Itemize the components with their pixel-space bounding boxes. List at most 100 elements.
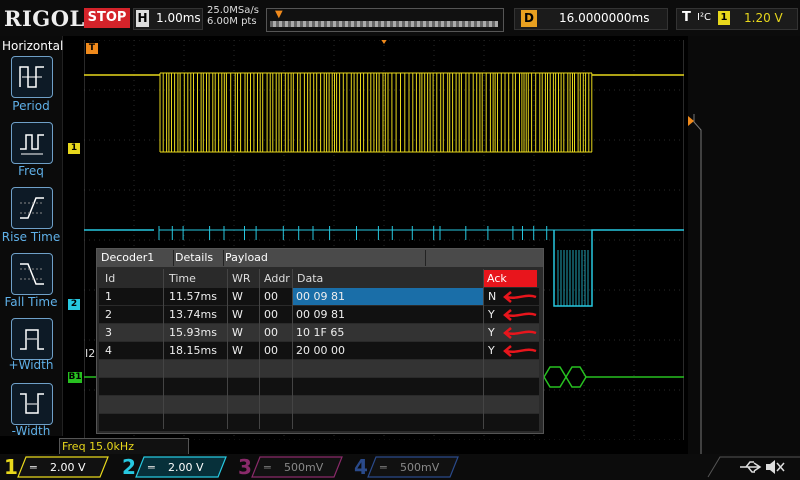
col-time: Time	[169, 272, 196, 285]
channel-1-number: 1	[4, 455, 18, 479]
channel-2-number: 2	[122, 455, 136, 479]
plus-width-icon	[20, 329, 44, 350]
freq-measurement[interactable]: Freq 15.0kHz	[59, 438, 189, 455]
cell-data: 00 09 81	[296, 290, 345, 303]
trigger-source: 1	[718, 11, 730, 25]
col-ack: Ack	[484, 270, 537, 287]
fall-time-button[interactable]	[11, 253, 53, 295]
cell-time: 11.57ms	[169, 290, 217, 303]
period-button[interactable]	[11, 56, 53, 98]
trigger-level-guide	[688, 114, 702, 454]
empty-row	[99, 414, 539, 431]
delay-key: D	[521, 10, 537, 27]
channel-4-box[interactable]: 4 ═ 500mV	[350, 455, 460, 479]
channel-4-scale: 500mV	[400, 461, 440, 474]
period-icon	[19, 66, 44, 88]
memory-overview-strip: ▼	[266, 8, 504, 32]
channel-3-box[interactable]: 3 ═ 500mV	[234, 455, 344, 479]
plus-width-button[interactable]	[11, 318, 53, 360]
cell-addr: 00	[264, 308, 278, 321]
dc-coupling-icon: ═	[380, 461, 387, 474]
freq-icon	[20, 134, 44, 155]
empty-row	[99, 378, 539, 395]
col-addr: Addr	[264, 272, 290, 285]
i2c-label: I2	[85, 347, 96, 360]
sample-info: 25.0MSa/s 6.00M pts	[207, 5, 259, 27]
cell-data: 10 1F 65	[296, 326, 345, 339]
freq-measurement-value: 15.0kHz	[89, 440, 134, 453]
cell-time: 18.15ms	[169, 344, 217, 357]
cell-wr: W	[232, 308, 243, 321]
fall-time-label: Fall Time	[4, 295, 58, 309]
cell-addr: 00	[264, 290, 278, 303]
cell-addr: 00	[264, 344, 278, 357]
trigger-protocol: I²C	[697, 12, 711, 23]
delay-value: 16.0000000ms	[559, 11, 650, 25]
ack-arrow-icon	[503, 291, 537, 303]
freq-label: Freq	[18, 164, 44, 178]
cell-data: 20 00 00	[296, 344, 345, 357]
tab-details[interactable]: Details	[171, 250, 224, 266]
dc-coupling-icon: ═	[148, 461, 155, 474]
rise-time-button[interactable]	[11, 187, 53, 229]
run-stop-button[interactable]: STOP	[84, 8, 130, 28]
cell-id: 3	[105, 326, 112, 339]
cell-wr: W	[232, 344, 243, 357]
horizontal-key: H	[136, 10, 149, 27]
tab-decoder1[interactable]: Decoder1	[97, 250, 174, 266]
channel-2-box[interactable]: 2 ═ 2.00 V	[118, 455, 228, 479]
trigger-marker[interactable]: T	[86, 43, 98, 54]
freq-button[interactable]	[11, 122, 53, 164]
cell-ack: Y	[488, 326, 495, 339]
col-wr: WR	[232, 272, 251, 285]
trigger-box[interactable]: T I²C 1 1.20 V	[676, 8, 798, 30]
freq-measurement-label: Freq	[62, 440, 86, 453]
channel-1-box[interactable]: 1 ═ 2.00 V	[0, 455, 110, 479]
right-panel	[688, 36, 800, 454]
rise-time-icon	[20, 197, 44, 219]
trigger-position-icon: ▼	[275, 9, 283, 20]
timebase-value: 1.00ms	[156, 11, 201, 25]
decoder-event-table[interactable]: Decoder1 Details Payload Id Time WR Addr…	[96, 248, 544, 434]
brand-logo: RIGOL	[4, 6, 85, 31]
cell-id: 1	[105, 290, 112, 303]
ch1-marker[interactable]: 1	[68, 143, 80, 154]
cell-addr: 00	[264, 326, 278, 339]
cell-id: 2	[105, 308, 112, 321]
dc-coupling-icon: ═	[264, 461, 271, 474]
cell-wr: W	[232, 326, 243, 339]
side-menu: Horizontal Period Freq Rise Time Fall Ti…	[0, 36, 63, 438]
trigger-level: 1.20 V	[744, 11, 783, 25]
channel-bar: 1 ═ 2.00 V 2 ═ 2.00 V 3 ═ 500mV 4 ═ 500mV	[0, 454, 800, 480]
ch2-marker[interactable]: 2	[68, 299, 80, 310]
minus-width-label: -Width	[11, 424, 51, 438]
dc-coupling-icon: ═	[30, 461, 37, 474]
trigger-key: T	[682, 10, 691, 25]
minus-width-icon	[20, 393, 44, 414]
bus-marker[interactable]: B1	[68, 372, 82, 383]
cell-time: 13.74ms	[169, 308, 217, 321]
channel-3-number: 3	[238, 455, 252, 479]
trigger-time-marker	[381, 40, 387, 44]
ack-arrow-icon	[503, 309, 537, 321]
col-id: Id	[105, 272, 116, 285]
tab-payload[interactable]: Payload	[221, 250, 426, 266]
usb-icon	[740, 461, 762, 473]
mute-icon[interactable]	[764, 458, 786, 476]
cell-data: 00 09 81	[296, 308, 345, 321]
channel-1-scale: 2.00 V	[50, 461, 86, 474]
minus-width-button[interactable]	[11, 383, 53, 425]
memory-depth: 6.00M pts	[207, 16, 257, 27]
fall-time-icon	[20, 263, 44, 285]
rise-time-label: Rise Time	[1, 230, 61, 244]
channel-2-scale: 2.00 V	[168, 461, 204, 474]
cell-ack: Y	[488, 308, 495, 321]
ack-arrow-icon	[503, 327, 537, 339]
sample-rate: 25.0MSa/s	[207, 5, 259, 16]
period-label: Period	[12, 99, 50, 113]
cell-id: 4	[105, 344, 112, 357]
col-data: Data	[297, 272, 324, 285]
timebase-box[interactable]: H 1.00ms	[133, 8, 203, 30]
delay-box[interactable]: D 16.0000000ms	[514, 8, 668, 30]
memory-overview-waveform	[270, 21, 498, 27]
